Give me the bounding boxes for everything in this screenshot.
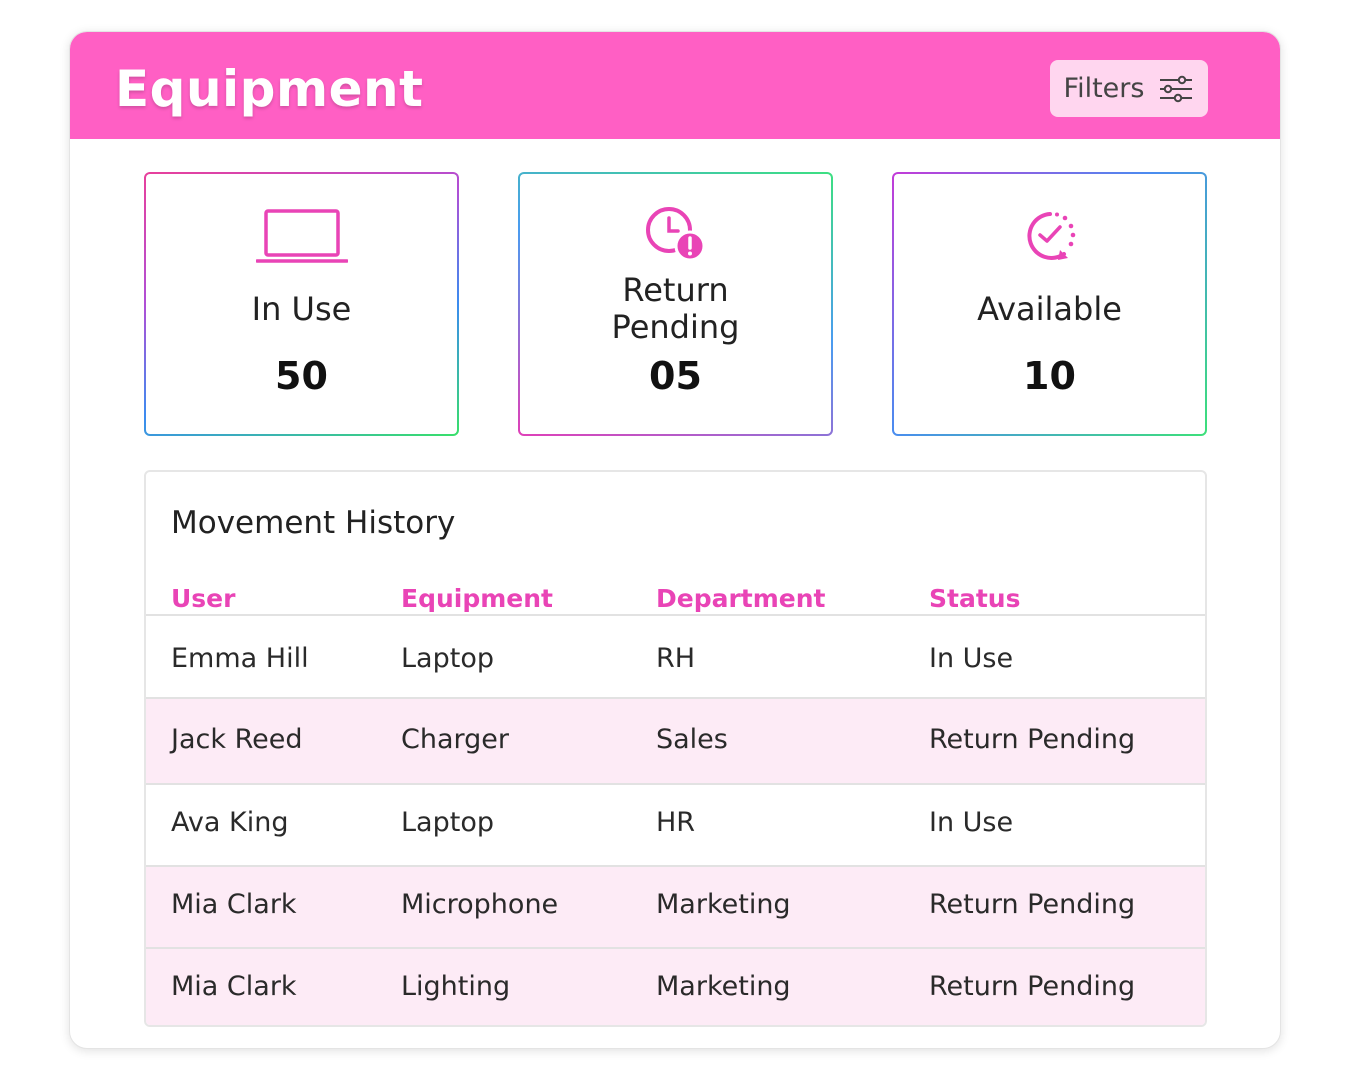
movement-history-table: Movement History User Equipment Departme… [144, 470, 1207, 1027]
cell-status: Return Pending [929, 724, 1136, 755]
column-header-department[interactable]: Department [656, 584, 826, 613]
cell-equipment: Lighting [401, 971, 511, 1002]
table-row[interactable]: Mia Clark Lighting Marketing Return Pend… [146, 949, 1205, 1025]
cell-equipment: Laptop [401, 643, 494, 674]
cell-department: Marketing [656, 889, 791, 920]
cell-department: HR [656, 807, 696, 838]
stat-value: 50 [275, 354, 328, 398]
cell-user: Emma Hill [171, 643, 309, 674]
cell-user: Jack Reed [171, 724, 303, 755]
stat-value: 05 [649, 354, 702, 398]
cell-user: Mia Clark [171, 889, 297, 920]
column-header-status[interactable]: Status [929, 584, 1020, 613]
cell-equipment: Charger [401, 724, 509, 755]
filters-button[interactable]: Filters [1050, 60, 1208, 117]
filters-label: Filters [1063, 73, 1145, 104]
cell-equipment: Microphone [401, 889, 559, 920]
clock-alert-icon [645, 207, 705, 262]
cell-status: In Use [929, 807, 1014, 838]
cell-status: Return Pending [929, 889, 1136, 920]
table-row[interactable]: Jack Reed Charger Sales Return Pending [146, 699, 1205, 785]
stat-card-in-use[interactable]: In Use 50 [144, 172, 459, 436]
column-header-equipment[interactable]: Equipment [401, 584, 553, 613]
laptop-icon [255, 209, 348, 263]
table-header-row: User Equipment Department Status [146, 580, 1205, 616]
header-bar: Equipment Filters [70, 32, 1280, 139]
table-row[interactable]: Mia Clark Microphone Marketing Return Pe… [146, 867, 1205, 949]
clock-check-icon [1026, 212, 1075, 260]
cell-department: Marketing [656, 971, 791, 1002]
stat-card-available[interactable]: Available 10 [892, 172, 1207, 436]
table-row[interactable]: Ava King Laptop HR In Use [146, 785, 1205, 867]
stat-card-return-pending[interactable]: Return Pending 05 [518, 172, 833, 436]
cell-user: Ava King [171, 807, 289, 838]
stat-label: In Use [251, 290, 352, 328]
cell-department: Sales [656, 724, 728, 755]
sliders-icon [1160, 75, 1193, 102]
cell-status: Return Pending [929, 971, 1136, 1002]
stat-label-line1: Return [622, 271, 729, 309]
equipment-card: Equipment Filters In Use 50 Return Pendi… [69, 31, 1281, 1049]
stat-value: 10 [1023, 354, 1076, 398]
cell-user: Mia Clark [171, 971, 297, 1002]
cell-status: In Use [929, 643, 1014, 674]
stat-label-line2: Pending [611, 308, 740, 346]
page-title: Equipment [115, 60, 424, 118]
column-header-user[interactable]: User [171, 584, 235, 613]
cell-equipment: Laptop [401, 807, 494, 838]
stat-label: Available [977, 290, 1122, 328]
cell-department: RH [656, 643, 696, 674]
section-title: Movement History [171, 505, 456, 541]
table-row[interactable]: Emma Hill Laptop RH In Use [146, 616, 1205, 699]
